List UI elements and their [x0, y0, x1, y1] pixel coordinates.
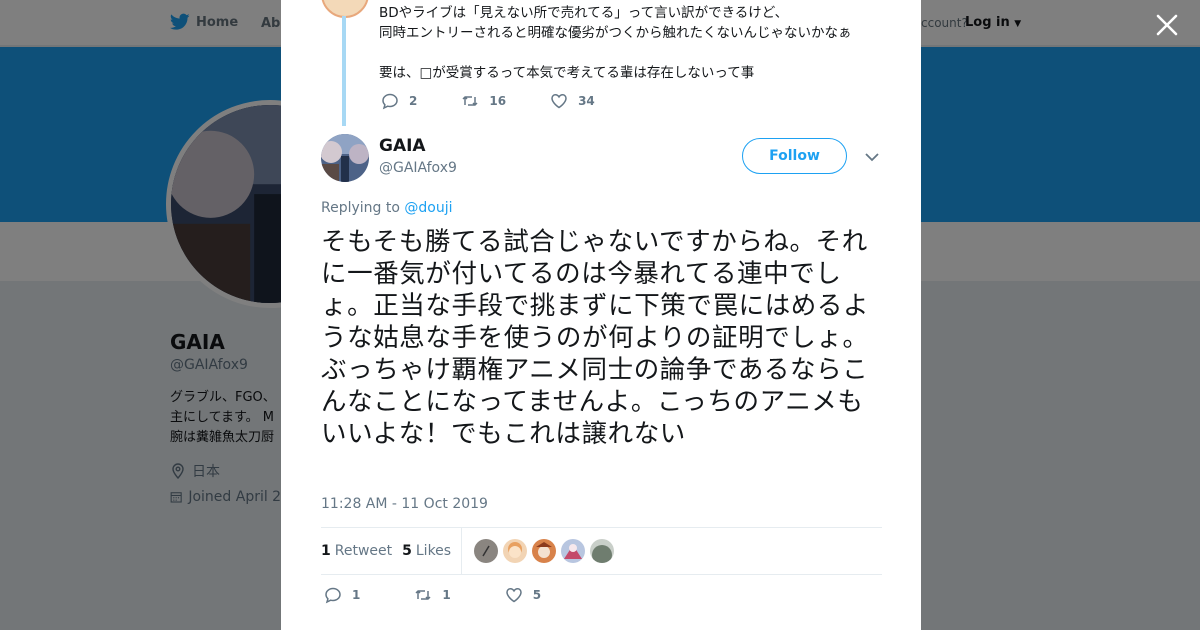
reply-button[interactable]: 2	[381, 92, 417, 110]
retweet-icon	[415, 590, 431, 600]
retweet-button[interactable]: 1	[414, 586, 451, 604]
tweet-text: そもそも勝てる試合じゃないですからね。それに一番気が付いてるのは今暴れてる連中で…	[321, 227, 870, 449]
reply-button[interactable]: 1	[324, 586, 360, 604]
replying-to-link[interactable]: @douji	[404, 200, 452, 216]
tweet-modal: BDやライブは「見えない所で売れてる」って言い訳ができるけど、 同時エントリーさ…	[281, 0, 921, 630]
like-button[interactable]: 34	[550, 92, 595, 110]
tweet-actions: 1 1 5	[324, 586, 541, 604]
retweet-count: 1	[442, 588, 451, 602]
reply-icon	[382, 93, 398, 110]
author-name[interactable]: GAIA	[379, 136, 426, 156]
follow-button[interactable]: Follow	[742, 138, 847, 174]
liker-avatar[interactable]	[503, 539, 528, 563]
retweet-count: 16	[489, 94, 507, 108]
like-button[interactable]: 5	[505, 586, 541, 604]
liker-avatar[interactable]	[474, 539, 499, 563]
tweet-stats: 1 Retweet 5 Likes	[321, 527, 882, 575]
close-icon[interactable]	[1154, 12, 1180, 38]
replying-to: Replying to @douji	[321, 200, 453, 216]
previous-tweet-line: 同時エントリーされると明確な優劣がつくから触れたくないんじゃないかなぁ	[379, 25, 852, 41]
like-stat-label: Likes	[415, 543, 452, 559]
author-handle[interactable]: @GAIAfox9	[379, 160, 457, 176]
heart-icon	[505, 588, 522, 603]
liker-avatar[interactable]	[532, 539, 557, 563]
heart-icon	[551, 94, 567, 109]
previous-tweet-line: BDやライブは「見えない所で売れてる」って言い訳ができるけど、	[379, 5, 789, 21]
previous-tweet-line: 要は、□が受賞するって本気で考えてる輩は存在しないって事	[379, 65, 755, 81]
liker-avatar[interactable]	[590, 539, 615, 563]
like-stat-count: 5	[402, 543, 412, 559]
retweet-stat-label: Retweet	[334, 543, 393, 559]
chevron-down-icon[interactable]	[864, 150, 880, 164]
author-avatar[interactable]	[321, 134, 369, 182]
likers-avatars	[474, 539, 615, 563]
retweet-icon	[462, 96, 478, 106]
thread-line	[342, 16, 346, 126]
previous-tweet-actions: 2 16 34	[381, 92, 595, 110]
liker-avatar[interactable]	[561, 539, 586, 563]
retweet-button[interactable]: 16	[461, 92, 506, 110]
retweet-stat[interactable]: 1 Retweet	[321, 543, 392, 559]
retweet-stat-count: 1	[321, 543, 331, 559]
tweet-timestamp[interactable]: 11:28 AM - 11 Oct 2019	[321, 496, 488, 512]
replying-prefix: Replying to	[321, 200, 400, 216]
previous-tweet-text: BDやライブは「見えない所で売れてる」って言い訳ができるけど、 同時エントリーさ…	[379, 3, 852, 83]
like-stat[interactable]: 5 Likes	[402, 543, 451, 559]
stat-divider	[461, 527, 463, 575]
reply-icon	[325, 587, 341, 604]
reply-count: 1	[352, 588, 361, 602]
like-count: 34	[578, 94, 595, 108]
reply-count: 2	[409, 94, 418, 108]
cherry-blossom-photo-icon	[321, 134, 369, 182]
like-count: 5	[532, 588, 542, 602]
